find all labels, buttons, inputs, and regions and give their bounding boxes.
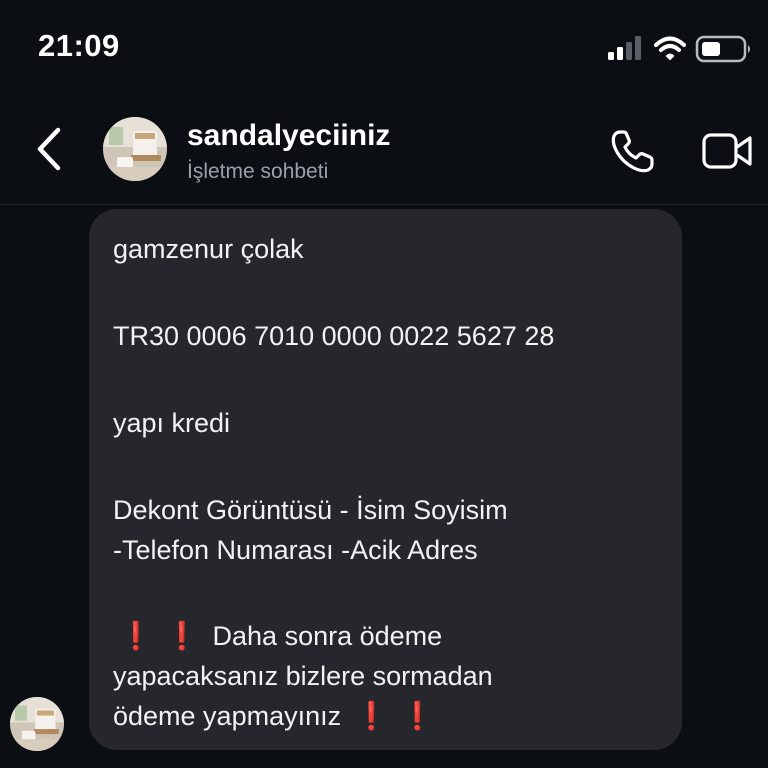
cellular-signal-icon — [608, 36, 641, 60]
status-bar: 21:09 — [0, 0, 768, 96]
sender-avatar-image — [10, 697, 64, 751]
message-warning-line1: ❗ ❗ Daha sonra ödeme — [113, 616, 442, 656]
exclamation-icon: ❗ — [354, 701, 389, 731]
exclamation-icon: ❗ — [400, 701, 435, 731]
status-time: 21:09 — [38, 28, 120, 63]
message-account-name: gamzenur çolak — [113, 234, 304, 264]
call-button[interactable] — [608, 126, 658, 176]
sender-avatar[interactable] — [10, 697, 64, 751]
video-call-button[interactable] — [700, 126, 756, 176]
message-warning-line2: yapacaksanız bizlere sormadan — [113, 661, 493, 691]
wifi-icon — [654, 36, 686, 61]
message-instructions-line1: Dekont Görüntüsü - İsim Soyisim — [113, 495, 508, 525]
phone-icon — [611, 130, 654, 173]
battery-icon — [695, 35, 750, 63]
back-button[interactable] — [30, 126, 70, 172]
status-icons-svg — [608, 35, 750, 63]
avatar-image — [103, 117, 167, 181]
message-bubble[interactable]: gamzenur çolak TR30 0006 7010 0000 0022 … — [89, 209, 682, 750]
exclamation-icon: ❗ — [165, 621, 199, 651]
warning-text-1: Daha sonra ödeme — [212, 621, 443, 651]
contact-avatar[interactable] — [103, 117, 167, 181]
message-bank: yapı kredi — [113, 408, 231, 438]
message-warning-line3: ödeme yapmayınız ❗ ❗ — [113, 696, 441, 736]
warning-text-3: ödeme yapmayınız — [113, 701, 342, 731]
contact-name[interactable]: sandalyeciiniz — [187, 119, 390, 153]
message-thread[interactable]: gamzenur çolak TR30 0006 7010 0000 0022 … — [0, 205, 768, 768]
message-instructions-line2: -Telefon Numarası -Acik Adres — [113, 535, 478, 565]
back-chevron-icon — [37, 127, 61, 171]
contact-subtitle: İşletme sohbeti — [187, 160, 329, 183]
status-icons — [604, 34, 754, 64]
exclamation-icon: ❗ — [119, 621, 153, 651]
chat-header: sandalyeciiniz İşletme sohbeti — [0, 100, 768, 205]
message-iban: TR30 0006 7010 0000 0022 5627 28 — [113, 321, 555, 351]
video-camera-icon — [702, 133, 752, 169]
